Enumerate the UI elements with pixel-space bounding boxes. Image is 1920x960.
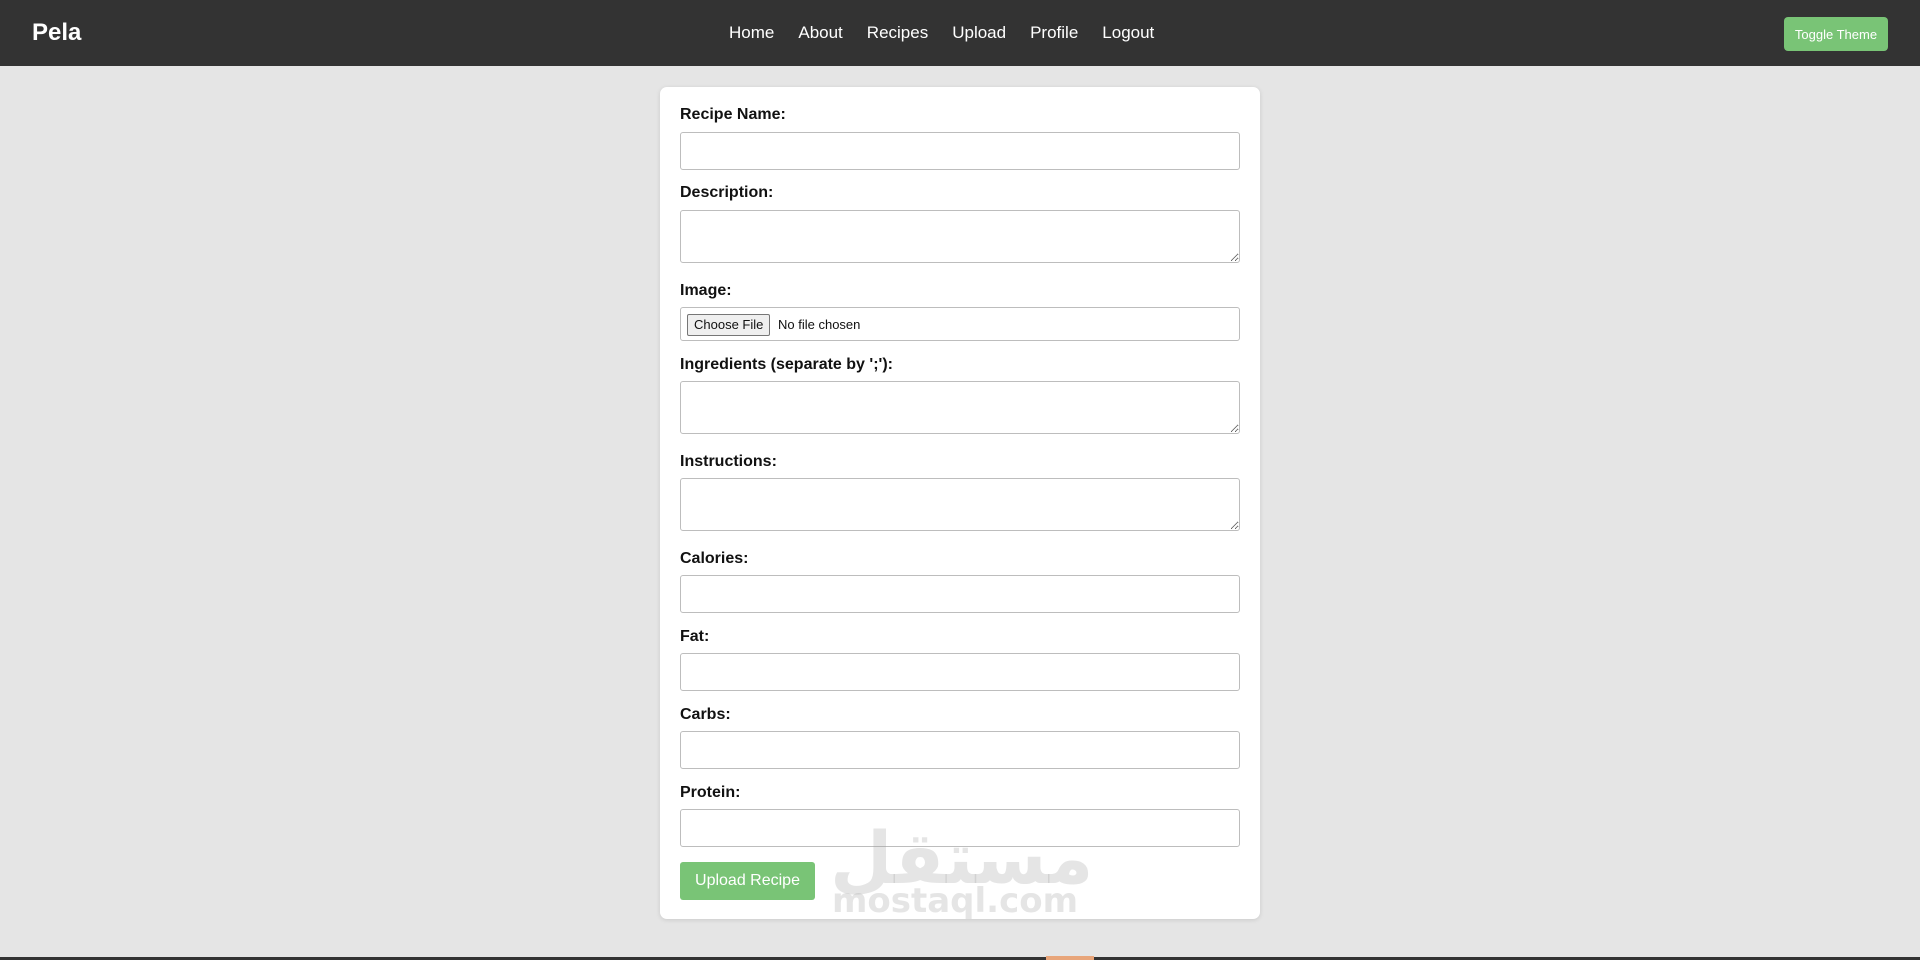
upload-recipe-form: Recipe Name: Description: Image: Choose … (660, 87, 1260, 919)
calories-input[interactable] (680, 575, 1240, 613)
upload-recipe-button[interactable]: Upload Recipe (680, 862, 815, 900)
nav-link-upload[interactable]: Upload (952, 22, 1006, 44)
main-nav: Home About Recipes Upload Profile Logout (729, 22, 1154, 44)
fat-label: Fat: (680, 628, 710, 645)
footer-accent (1046, 956, 1094, 960)
protein-label: Protein: (680, 784, 741, 801)
fat-input[interactable] (680, 653, 1240, 691)
image-label: Image: (680, 282, 732, 299)
choose-file-button[interactable]: Choose File (687, 314, 771, 336)
carbs-label: Carbs: (680, 706, 731, 723)
ingredients-textarea[interactable] (680, 381, 1240, 434)
protein-input[interactable] (680, 809, 1240, 847)
recipe-name-label: Recipe Name: (680, 106, 786, 123)
ingredients-label: Ingredients (separate by ';'): (680, 356, 893, 373)
calories-label: Calories: (680, 550, 749, 567)
instructions-label: Instructions: (680, 453, 777, 470)
top-navbar: Pela Home About Recipes Upload Profile L… (0, 0, 1920, 66)
instructions-textarea[interactable] (680, 478, 1240, 531)
nav-link-recipes[interactable]: Recipes (867, 22, 928, 44)
recipe-name-input[interactable] (680, 132, 1240, 170)
image-file-input[interactable]: Choose File No file chosen (680, 307, 1240, 341)
description-textarea[interactable] (680, 210, 1240, 263)
file-status-text: No file chosen (778, 317, 861, 332)
nav-link-profile[interactable]: Profile (1030, 22, 1078, 44)
nav-link-home[interactable]: Home (729, 22, 774, 44)
toggle-theme-button[interactable]: Toggle Theme (1784, 17, 1888, 51)
carbs-input[interactable] (680, 731, 1240, 769)
nav-link-logout[interactable]: Logout (1102, 22, 1154, 44)
brand-logo[interactable]: Pela (32, 19, 81, 47)
nav-link-about[interactable]: About (798, 22, 842, 44)
description-label: Description: (680, 184, 774, 201)
